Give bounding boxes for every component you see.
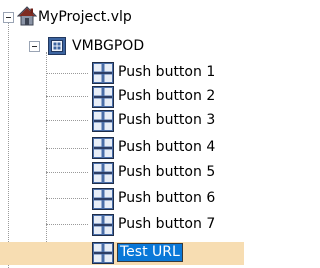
- tree-item-label[interactable]: Push button 4: [118, 136, 215, 159]
- collapse-icon[interactable]: [3, 12, 14, 23]
- tree-item-label[interactable]: Push button 5: [118, 161, 215, 184]
- tree-item[interactable]: Push button 6: [0, 187, 244, 210]
- project-tree[interactable]: MyProject.vlp VMBGPOD Push button 1 Push…: [0, 0, 244, 268]
- push-button-icon: [92, 62, 114, 84]
- house-icon: [17, 6, 37, 26]
- tree-node-root[interactable]: MyProject.vlp: [0, 6, 244, 29]
- tree-item[interactable]: Push button 3: [0, 109, 244, 132]
- tree-item-label[interactable]: Push button 6: [118, 187, 215, 210]
- push-button-icon: [92, 214, 114, 236]
- tree-item[interactable]: Push button 1: [0, 61, 244, 84]
- page-node-label[interactable]: VMBGPOD: [72, 35, 144, 58]
- push-button-icon: [92, 86, 114, 108]
- collapse-icon[interactable]: [29, 41, 40, 52]
- tree-item[interactable]: Push button 4: [0, 136, 244, 159]
- push-button-icon: [92, 162, 114, 184]
- push-button-icon: [92, 188, 114, 210]
- tree-item-selected[interactable]: Test URL: [0, 242, 244, 265]
- tree-item[interactable]: Push button 5: [0, 161, 244, 184]
- tree-item-label[interactable]: Push button 1: [118, 61, 215, 84]
- push-button-icon: [92, 110, 114, 132]
- tree-item-label[interactable]: Push button 2: [118, 85, 215, 108]
- rename-input[interactable]: Test URL: [117, 243, 183, 262]
- tree-item-label[interactable]: Push button 3: [118, 109, 215, 132]
- tree-item[interactable]: Push button 2: [0, 85, 244, 108]
- push-button-icon: [92, 242, 114, 264]
- tree-item[interactable]: Push button 7: [0, 213, 244, 236]
- module-icon: [48, 37, 66, 55]
- tree-item-label[interactable]: Push button 7: [118, 213, 215, 236]
- tree-node-page[interactable]: VMBGPOD: [0, 35, 244, 58]
- root-node-label[interactable]: MyProject.vlp: [38, 6, 132, 29]
- push-button-icon: [92, 137, 114, 159]
